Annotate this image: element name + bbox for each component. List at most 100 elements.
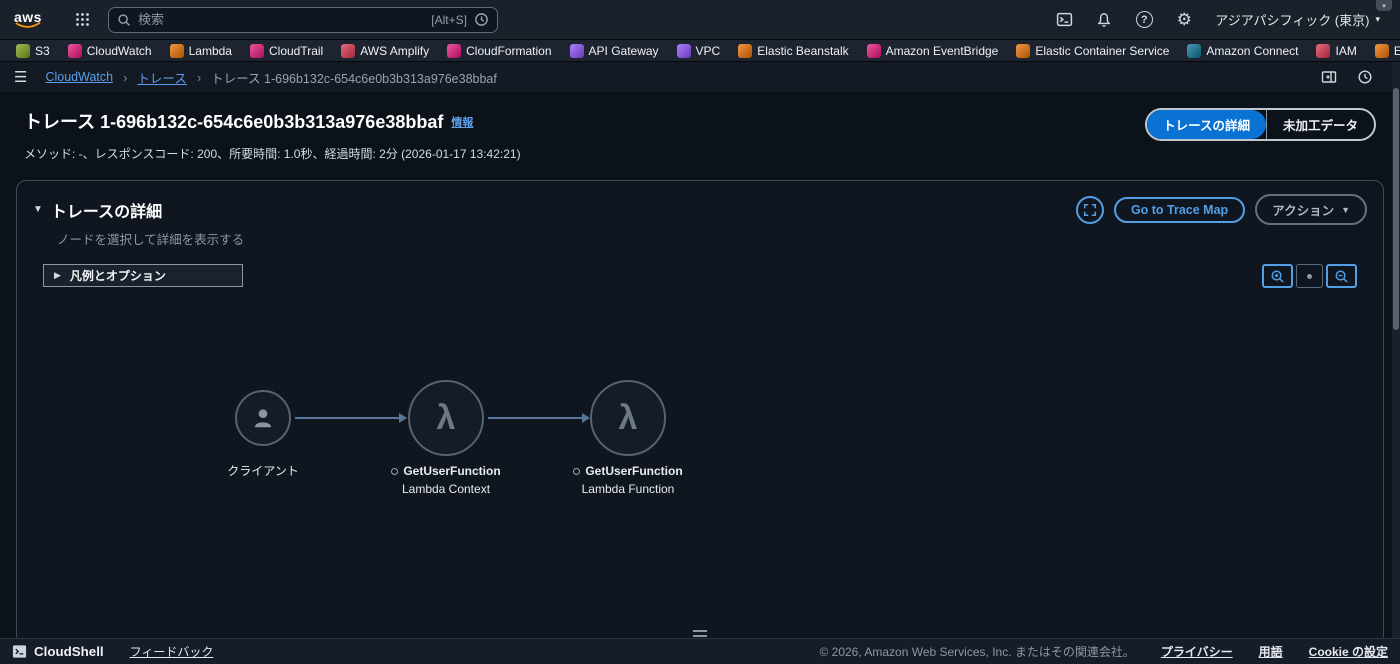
favorite-service-ecs[interactable]: Elastic Container Service [1008, 40, 1177, 61]
services-menu-button[interactable] [68, 5, 98, 35]
node-lambda-function[interactable]: λ [590, 380, 666, 456]
zoom-in-icon [1271, 270, 1284, 283]
api-gateway-service-icon [569, 43, 584, 58]
favorite-label: Amazon EventBridge [885, 43, 999, 58]
favorite-service-s3[interactable]: S3 [8, 40, 58, 61]
privacy-link[interactable]: プライバシー [1161, 643, 1233, 660]
region-label: アジアパシフィック (東京) [1215, 13, 1370, 28]
cloudshell-topnav-button[interactable] [1049, 5, 1079, 35]
iam-service-icon [1316, 43, 1331, 58]
legend-options-button[interactable]: ▶ 凡例とオプション [43, 264, 243, 287]
favorite-service-lambda[interactable]: Lambda [162, 40, 240, 61]
help-icon: ? [1135, 11, 1153, 28]
view-toggle: トレースの詳細 未加工データ [1145, 108, 1376, 141]
info-link[interactable]: 情報 [451, 117, 473, 129]
favorite-service-ec2[interactable]: EC2 [1367, 40, 1400, 61]
topbar-collapse-button[interactable]: ▾ [1376, 0, 1392, 11]
favorite-service-cloudwatch[interactable]: CloudWatch [60, 40, 160, 61]
notifications-button[interactable] [1089, 5, 1119, 35]
chevron-right-icon: ▶ [54, 270, 61, 280]
panel-resize-handle[interactable] [693, 630, 707, 637]
favorite-service-elastic-beanstalk[interactable]: Elastic Beanstalk [730, 40, 856, 61]
breadcrumb-separator: › [123, 69, 128, 85]
zoom-level-indicator[interactable] [1296, 264, 1323, 288]
settings-button[interactable]: ⚙ [1169, 5, 1199, 35]
legend-label: 凡例とオプション [69, 269, 166, 283]
vertical-scrollbar[interactable] [1392, 62, 1400, 638]
chevron-down-icon: ▼ [1341, 204, 1350, 215]
status-circle-icon [391, 467, 399, 475]
terms-link[interactable]: 用語 [1259, 643, 1283, 660]
search-input[interactable] [137, 12, 425, 27]
favorite-label: Elastic Container Service [1035, 43, 1170, 58]
search-shortcut-hint: [Alt+S] [431, 12, 467, 27]
clock-refresh-icon [1358, 70, 1372, 84]
breadcrumb-current: トレース 1-696b132c-654c6e0b3b313a976e38bbaf [211, 71, 497, 86]
actions-dropdown-button[interactable]: アクション ▼ [1255, 194, 1367, 225]
cloudshell-label: CloudShell [34, 644, 104, 659]
fullscreen-button[interactable] [1075, 195, 1104, 224]
cloudtrail-service-icon [249, 43, 264, 58]
zoom-controls [1262, 264, 1357, 288]
lambda-icon: λ [618, 399, 638, 437]
favorite-service-vpc[interactable]: VPC [669, 40, 729, 61]
page-title: トレース 1-696b132c-654c6e0b3b313a976e38bbaf… [24, 112, 474, 132]
breadcrumb-bar: ☰ CloudWatch › トレース › トレース 1-696b132c-65… [0, 62, 1400, 92]
help-button[interactable]: ? [1129, 5, 1159, 35]
copyright-text: © 2026, Amazon Web Services, Inc. またはその関… [819, 645, 1135, 659]
side-navigation-toggle[interactable]: ☰ [14, 68, 27, 86]
favorite-service-iam[interactable]: IAM [1308, 40, 1364, 61]
terminal-icon [12, 645, 27, 658]
cookie-settings-link[interactable]: Cookie の設定 [1309, 643, 1388, 660]
favorite-label: EC2 [1394, 44, 1400, 58]
favorite-service-connect[interactable]: Amazon Connect [1179, 40, 1306, 61]
search-box[interactable]: [Alt+S] [107, 6, 498, 33]
lambda-service-icon [169, 43, 184, 58]
auto-refresh-button[interactable] [1354, 66, 1376, 88]
favorites-bar: S3 CloudWatch Lambda CloudTrail AWS Ampl… [0, 40, 1400, 62]
toggle-raw-data[interactable]: 未加工データ [1265, 110, 1374, 139]
cloudformation-service-icon [447, 43, 462, 58]
panel-collapse-button[interactable]: ▼ [33, 204, 43, 215]
search-menu-icon[interactable] [474, 12, 489, 27]
zoom-in-button[interactable] [1262, 264, 1293, 288]
cloudshell-footer-button[interactable]: CloudShell [12, 644, 104, 659]
panel-header: ▼ トレースの詳細 Go to Trace Map アクション ▼ [17, 181, 1383, 227]
trace-details-panel: ▼ トレースの詳細 Go to Trace Map アクション ▼ ノードを選択… [16, 180, 1384, 645]
favorite-service-amplify[interactable]: AWS Amplify [333, 40, 437, 61]
s3-service-icon [16, 43, 30, 58]
person-icon [254, 409, 272, 428]
graph-edge [295, 413, 407, 423]
actions-label: アクション [1272, 204, 1335, 218]
top-navigation: aws [Alt+S] ? ⚙ アジアパシフィック (東京) [0, 0, 1400, 40]
breadcrumb-traces[interactable]: トレース [137, 68, 186, 87]
breadcrumb-cloudwatch[interactable]: CloudWatch [45, 70, 113, 84]
zoom-dot-icon [1307, 273, 1312, 279]
zoom-out-button[interactable] [1326, 264, 1357, 288]
connect-service-icon [1187, 43, 1202, 58]
feedback-link[interactable]: フィードバック [130, 643, 214, 660]
node-lambda-context[interactable]: λ [408, 380, 484, 456]
favorite-label: CloudTrail [268, 43, 324, 58]
go-to-trace-map-button[interactable]: Go to Trace Map [1113, 196, 1246, 223]
toggle-trace-details[interactable]: トレースの詳細 [1147, 110, 1266, 139]
node-client[interactable] [235, 390, 291, 446]
panel-title: トレースの詳細 [50, 203, 163, 221]
favorite-service-eventbridge[interactable]: Amazon EventBridge [859, 40, 1007, 61]
panel-subtitle: ノードを選択して詳細を表示する [57, 233, 245, 247]
scrollbar-thumb[interactable] [1393, 88, 1399, 330]
favorite-service-cloudformation[interactable]: CloudFormation [439, 40, 559, 61]
app-grid-icon [76, 13, 90, 26]
expand-icon [1083, 203, 1096, 216]
status-circle-icon [573, 467, 581, 475]
vpc-service-icon [676, 43, 691, 58]
split-panel-button[interactable] [1318, 66, 1340, 88]
region-selector[interactable]: アジアパシフィック (東京) ▾ [1209, 10, 1386, 29]
node-label-lambda-context: GetUserFunction Lambda Context [366, 464, 526, 496]
favorite-service-api-gateway[interactable]: API Gateway [562, 40, 667, 61]
favorite-label: CloudFormation [466, 43, 552, 58]
bell-icon [1097, 12, 1111, 27]
search-icon [118, 13, 130, 26]
aws-logo[interactable]: aws [14, 10, 42, 29]
favorite-service-cloudtrail[interactable]: CloudTrail [242, 40, 331, 61]
